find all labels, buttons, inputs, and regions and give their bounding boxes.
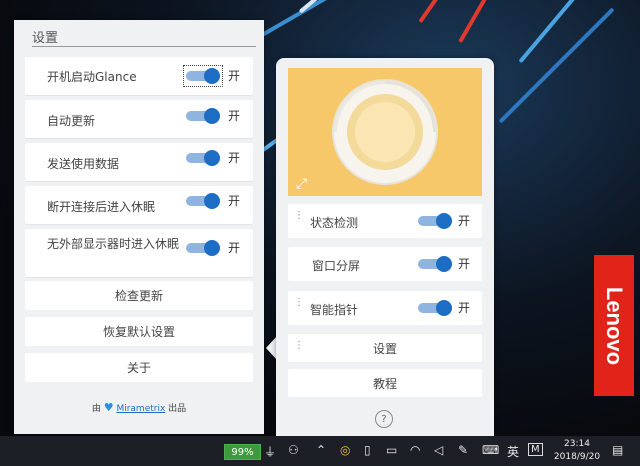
disconnect-sleep-toggle[interactable] <box>186 193 220 209</box>
drag-handle-icon[interactable]: ⋮ <box>294 211 304 221</box>
lenovo-logo: Lenovo <box>594 255 634 396</box>
wifi-icon[interactable]: ◠ <box>410 443 420 457</box>
footer-suffix: 出品 <box>168 404 187 414</box>
expand-icon[interactable]: ⤢ <box>296 176 307 192</box>
camera-preview: ⤢ <box>288 68 482 196</box>
glance-settings-button[interactable]: ⋮ 设置 <box>288 334 482 362</box>
made-by-footer: 由 ♥ Mirametrix 出品 <box>14 401 264 414</box>
title-divider <box>32 46 256 47</box>
glance-row-split-screen: 窗口分屏 开 <box>288 247 482 281</box>
clock-time: 23:14 <box>564 439 590 449</box>
notification-icon[interactable]: ▤ <box>612 443 623 457</box>
toggle-state: 开 <box>458 301 471 315</box>
split-screen-toggle[interactable] <box>418 256 452 272</box>
battery-tray-icon[interactable]: ▯ <box>364 443 371 457</box>
setting-label: 断开连接后进入休眠 <box>47 200 156 214</box>
chevron-up-icon[interactable]: ⌃ <box>316 443 326 457</box>
taskbar: 99% ⏚ ⚇ ⌃ ◎ ▯ ▭ ◠ ◁ ✎ ⌨ 英 M 23:14 2018/9… <box>0 436 640 466</box>
presence-toggle[interactable] <box>418 213 452 229</box>
toggle-state: 开 <box>228 69 241 83</box>
heart-icon: ♥ <box>103 401 114 414</box>
toggle-state: 开 <box>228 109 241 123</box>
input-language[interactable]: 英 <box>507 443 519 460</box>
setting-label: 无外部显示器时进入休眠 <box>47 237 180 251</box>
usage-data-toggle[interactable] <box>186 150 220 166</box>
auto-update-toggle[interactable] <box>186 108 220 124</box>
toggle-state: 开 <box>228 151 241 165</box>
setting-label: 自动更新 <box>47 114 96 128</box>
smart-pointer-toggle[interactable] <box>418 300 452 316</box>
setting-row-no-display-sleep: 无外部显示器时进入休眠 开 <box>25 229 253 277</box>
drag-handle-icon[interactable]: ⋮ <box>294 298 304 308</box>
glance-panel: ⤢ ⋮ 状态检测 开 窗口分屏 开 ⋮ 智能指针 开 ⋮ 设置 教程 ? <box>276 58 494 436</box>
glance-label: 智能指针 <box>310 303 359 317</box>
tutorial-button[interactable]: 教程 <box>288 369 482 397</box>
toggle-state: 开 <box>228 241 241 255</box>
battery-indicator[interactable]: 99% <box>224 444 261 460</box>
network-icon[interactable]: ▭ <box>386 443 397 457</box>
aperture-icon <box>332 79 438 185</box>
about-button[interactable]: 关于 <box>25 353 253 382</box>
toggle-state: 开 <box>458 214 471 228</box>
footer-prefix: 由 <box>91 404 101 414</box>
glance-row-smart-pointer: ⋮ 智能指针 开 <box>288 291 482 325</box>
settings-title: 设置 <box>32 31 59 46</box>
help-icon[interactable]: ? <box>375 410 393 428</box>
no-display-sleep-toggle[interactable] <box>186 240 220 256</box>
check-update-button[interactable]: 检查更新 <box>25 281 253 310</box>
clock-date: 2018/9/20 <box>553 452 601 462</box>
settings-panel: 设置 开机启动Glance 开 自动更新 开 发送使用数据 开 断开连接后进入休… <box>14 20 264 434</box>
setting-row-auto-update: 自动更新 开 <box>25 100 253 138</box>
keyboard-icon[interactable]: ⌨ <box>482 443 499 457</box>
glance-label: 状态检测 <box>310 216 359 230</box>
people-icon[interactable]: ⚇ <box>288 443 299 457</box>
glance-row-presence: ⋮ 状态检测 开 <box>288 204 482 238</box>
glance-settings-label: 设置 <box>372 341 397 356</box>
setting-label: 开机启动Glance <box>47 70 137 84</box>
autostart-toggle[interactable] <box>183 65 223 87</box>
setting-row-autostart: 开机启动Glance 开 <box>25 57 253 95</box>
mirametrix-link[interactable]: Mirametrix <box>116 404 165 414</box>
glance-label: 窗口分屏 <box>312 259 361 273</box>
toggle-state: 开 <box>458 257 471 271</box>
glance-tray-icon[interactable]: ◎ <box>340 443 350 457</box>
toggle-state: 开 <box>228 194 241 208</box>
setting-row-usage-data: 发送使用数据 开 <box>25 143 253 181</box>
drag-handle-icon: ⋮ <box>294 340 304 351</box>
pen-icon[interactable]: ✎ <box>458 443 468 457</box>
setting-label: 发送使用数据 <box>47 157 120 171</box>
power-plug-icon: ⏚ <box>264 445 277 459</box>
volume-icon[interactable]: ◁ <box>434 443 443 457</box>
restore-defaults-button[interactable]: 恢复默认设置 <box>25 317 253 346</box>
setting-row-disconnect-sleep: 断开连接后进入休眠 开 <box>25 186 253 224</box>
ime-mode-icon[interactable]: M <box>528 443 543 456</box>
clock[interactable]: 23:14 2018/9/20 <box>552 438 602 464</box>
